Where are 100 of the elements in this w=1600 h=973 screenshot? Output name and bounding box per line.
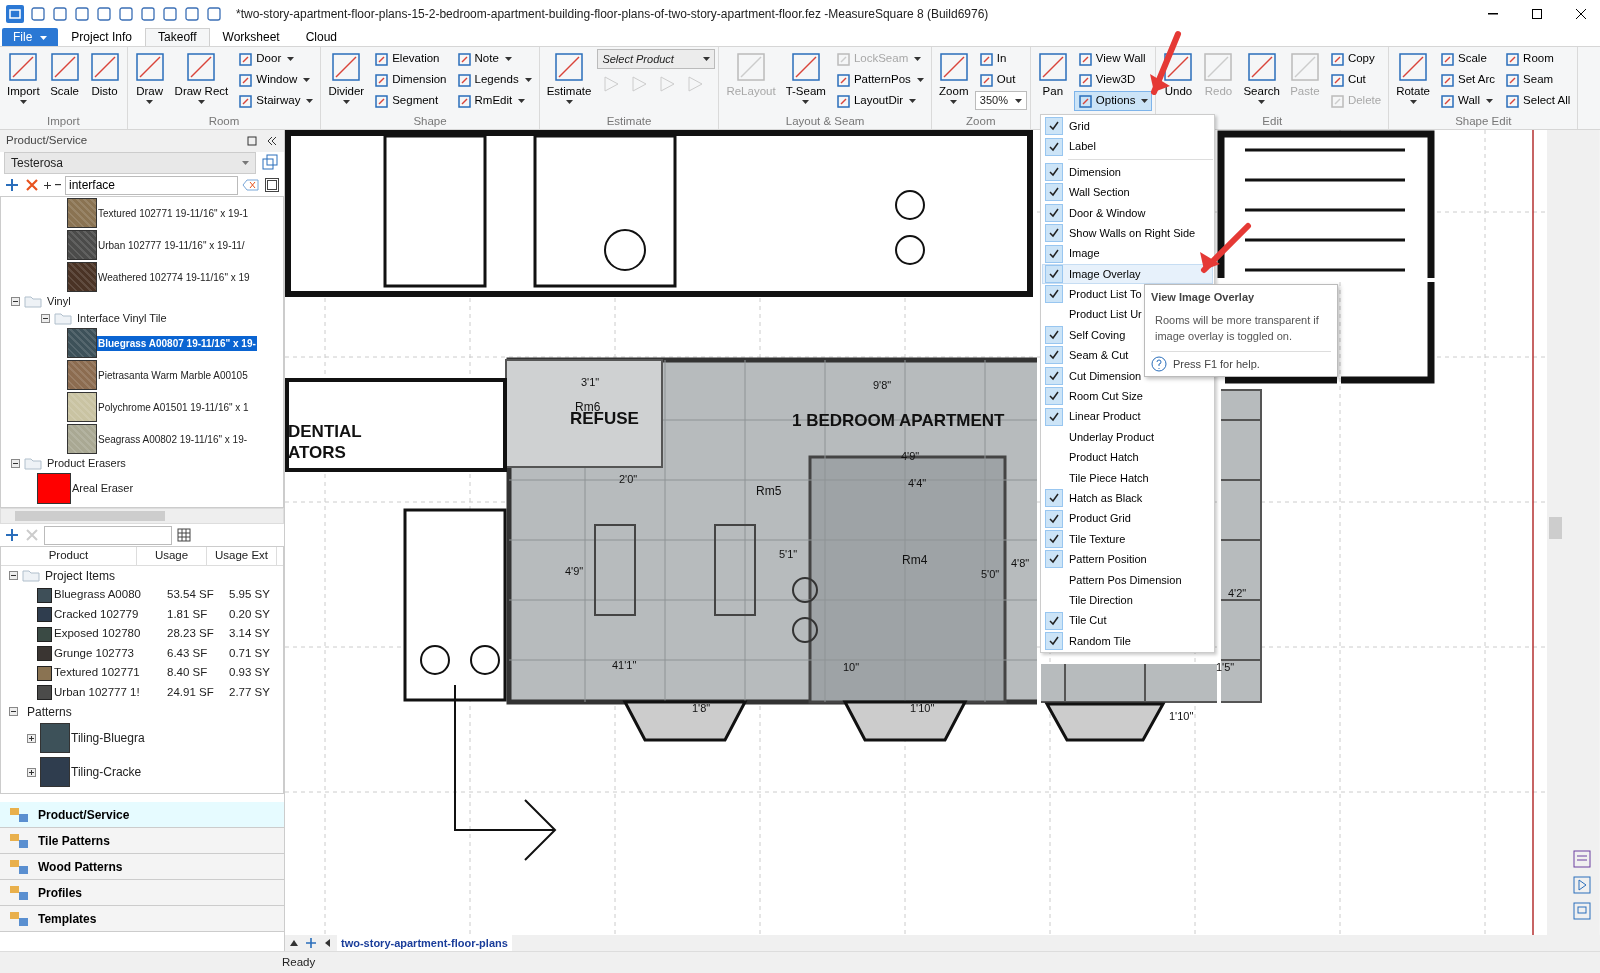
minus-box-icon[interactable] [11, 459, 20, 468]
ribbon-button[interactable]: Rotate [1392, 49, 1434, 113]
column-header[interactable]: Usage Ext [207, 547, 277, 565]
restore-icon[interactable] [246, 135, 258, 147]
ribbon-button[interactable]: In [974, 49, 1027, 69]
menu-item[interactable]: Tile Direction [1042, 590, 1213, 611]
ribbon-button[interactable]: Window [234, 70, 318, 90]
ribbon-button[interactable]: Scale [1436, 49, 1500, 69]
ribbon-button[interactable]: Divider [324, 49, 369, 113]
minus-box-icon[interactable] [9, 571, 18, 580]
nav-button[interactable]: Profiles [0, 880, 284, 906]
product-dropdown[interactable]: Select Product [597, 49, 716, 69]
minus-box-icon[interactable] [41, 314, 50, 323]
plus-box-icon[interactable] [27, 733, 36, 743]
ribbon-button[interactable]: LayoutDir [831, 91, 928, 111]
ribbon-tab[interactable]: Worksheet [209, 28, 293, 46]
nav-button[interactable]: Wood Patterns [0, 854, 284, 880]
ribbon-button[interactable]: Segment [370, 91, 451, 111]
catalog-dropdown[interactable]: Testerosa [4, 152, 256, 174]
ribbon-button[interactable]: Search [1239, 49, 1284, 113]
filter-field[interactable] [44, 525, 172, 545]
search-field[interactable]: interface [65, 175, 238, 195]
ribbon-button[interactable]: Elevation [370, 49, 451, 69]
tree-item[interactable]: Tiling-Cracke [70, 763, 143, 781]
tree-item[interactable]: Weathered 102774 19-11/16" x 19 [97, 269, 251, 285]
ribbon-button[interactable]: View Wall [1073, 49, 1153, 69]
ribbon-button[interactable]: Select All [1501, 91, 1575, 111]
caret-icon[interactable] [950, 100, 958, 104]
ribbon-button[interactable]: RmEdit [452, 91, 536, 111]
nav-button[interactable]: Templates [0, 906, 284, 932]
caret-icon[interactable] [916, 78, 924, 82]
ribbon-button[interactable]: Dimension [370, 70, 451, 90]
ribbon-button[interactable]: Set Arc [1436, 70, 1500, 90]
menu-item[interactable]: Product Grid [1042, 508, 1213, 529]
delete-icon[interactable] [24, 177, 40, 193]
caret-icon[interactable] [1014, 98, 1022, 103]
ribbon-button[interactable]: T-Seam [781, 49, 830, 113]
left-arrow-icon[interactable] [323, 938, 331, 948]
tree-item[interactable]: Bluegrass A00807 19-11/16" x 19- [97, 335, 257, 351]
menu-item[interactable]: Image Overlay [1042, 263, 1213, 285]
ribbon-tab[interactable]: Takeoff [145, 28, 210, 46]
menu-item[interactable]: Underlay Product [1042, 426, 1213, 448]
group-row[interactable]: Project Items [44, 566, 117, 585]
ribbon-button[interactable]: Draw Rect [170, 49, 233, 113]
ribbon-tab[interactable]: Cloud [292, 28, 351, 46]
add-icon[interactable] [4, 527, 20, 543]
up-arrow-icon[interactable] [289, 938, 299, 948]
scrollbar-thumb[interactable] [15, 511, 165, 521]
ribbon-button[interactable]: Seam [1501, 70, 1575, 90]
menu-item[interactable]: Show Walls on Right Side [1042, 222, 1213, 244]
tree-item[interactable]: Seagrass A00802 19-11/16" x 19- [97, 431, 249, 447]
nav-button[interactable]: Tile Patterns [0, 828, 284, 854]
caret-icon[interactable] [518, 99, 526, 103]
ribbon-button[interactable]: Cut [1325, 70, 1386, 90]
collapse-icon[interactable] [266, 135, 278, 147]
add-icon[interactable] [4, 177, 20, 193]
tree-item[interactable]: Textured 102771 19-11/16" x 19-1 [97, 205, 250, 221]
ribbon-tab[interactable]: Project Info [58, 28, 146, 46]
menu-item[interactable]: Linear Product [1042, 406, 1213, 427]
menu-item[interactable]: Random Tile [1042, 630, 1213, 652]
caret-icon[interactable] [524, 78, 532, 82]
caret-icon[interactable] [197, 100, 205, 104]
ribbon-button[interactable]: Scale [45, 49, 84, 113]
plus-icon[interactable] [44, 181, 51, 189]
minus-box-icon[interactable] [9, 707, 18, 716]
caret-icon[interactable] [146, 100, 154, 104]
tree-item[interactable]: Areal Eraser [71, 479, 135, 497]
caret-icon[interactable] [1409, 100, 1417, 104]
columns-icon[interactable] [176, 527, 192, 543]
nav-button[interactable]: Product/Service [0, 802, 284, 828]
caret-icon[interactable] [303, 78, 311, 82]
ribbon-button[interactable]: Out [974, 70, 1027, 90]
play-icon[interactable] [1571, 875, 1592, 895]
caret-icon[interactable] [306, 99, 314, 103]
file-menu-button[interactable]: File [2, 28, 59, 46]
caret-icon[interactable] [802, 100, 810, 104]
ribbon-button[interactable]: Pan [1033, 49, 1072, 113]
caret-icon[interactable] [1258, 100, 1266, 104]
scrollbar-thumb[interactable] [1549, 517, 1562, 539]
ribbon-button[interactable]: View3D [1073, 70, 1153, 90]
menu-item[interactable]: Pattern Pos Dimension [1042, 569, 1213, 590]
menu-item[interactable]: Tile Piece Hatch [1042, 467, 1213, 489]
menu-item[interactable]: Tile Cut [1042, 610, 1213, 631]
plus-box-icon[interactable] [27, 767, 36, 777]
caret-icon[interactable] [1485, 99, 1493, 103]
menu-item[interactable]: Hatch as Black [1042, 488, 1213, 509]
ribbon-button[interactable]: Stairway [234, 91, 318, 111]
view-icon[interactable] [264, 177, 280, 193]
caret-icon[interactable] [504, 57, 512, 61]
tree-item[interactable]: Product Erasers [46, 455, 127, 472]
add-icon[interactable] [305, 937, 317, 949]
ribbon-button[interactable]: Estimate [542, 49, 596, 113]
column-header[interactable]: Product [1, 547, 137, 565]
caret-icon[interactable] [703, 57, 711, 61]
group-row[interactable]: Patterns [26, 702, 73, 721]
caret-icon[interactable] [565, 100, 573, 104]
ribbon-button[interactable]: Door [234, 49, 318, 69]
caret-icon[interactable] [287, 57, 295, 61]
ribbon-button[interactable]: Zoom [934, 49, 973, 113]
menu-item[interactable]: Door & Window [1042, 202, 1213, 223]
